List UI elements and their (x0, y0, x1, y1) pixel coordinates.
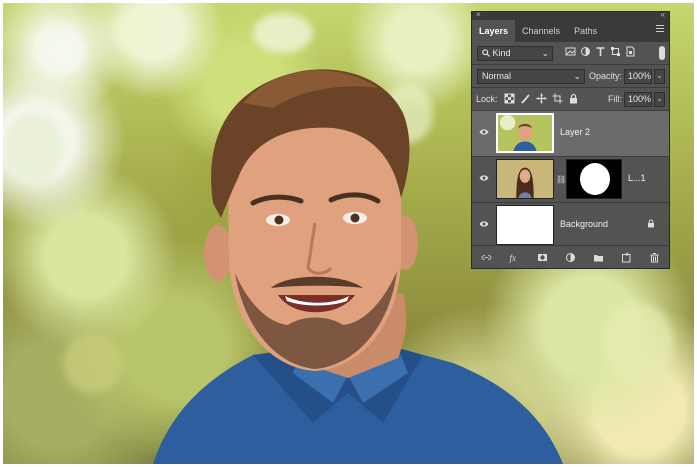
tab-paths[interactable]: Paths (567, 20, 604, 42)
filter-kind-dropdown[interactable]: Kind ⌄ (477, 46, 553, 61)
lock-icons (504, 93, 579, 104)
panel-menu-icon[interactable] (656, 25, 664, 34)
trash-icon[interactable] (649, 252, 660, 263)
filter-toggle[interactable] (659, 46, 665, 60)
link-icon[interactable] (481, 252, 492, 263)
layers-panel: × « Layers Channels Paths Kind ⌄ Normal … (471, 10, 670, 269)
chevron-down-icon: ⌄ (541, 48, 549, 58)
layer-mask-thumbnail[interactable] (566, 159, 622, 199)
image-filter-icon[interactable] (565, 46, 576, 57)
smart-object-filter-icon[interactable] (625, 46, 636, 57)
visibility-eye-icon[interactable] (479, 174, 489, 182)
filter-row: Kind ⌄ (472, 42, 669, 64)
folder-icon[interactable] (593, 252, 604, 263)
new-layer-icon[interactable] (621, 252, 632, 263)
visibility-eye-icon[interactable] (479, 128, 489, 136)
lock-image-icon[interactable] (520, 93, 531, 104)
type-filter-icon[interactable] (595, 46, 606, 57)
close-icon[interactable]: × (476, 10, 481, 19)
thumbnail-portrait (498, 115, 552, 151)
filter-icons (565, 46, 636, 57)
lock-row: Lock: Fill: 100% ⌄ (472, 88, 669, 110)
fx-icon[interactable]: fx (509, 252, 520, 263)
fill-label: Fill: (608, 94, 622, 104)
lock-artboard-icon[interactable] (552, 93, 563, 104)
layer-thumbnail[interactable] (496, 205, 554, 245)
adjustment-icon[interactable] (565, 252, 576, 263)
layer-thumbnail[interactable] (496, 113, 554, 153)
lock-all-icon[interactable] (568, 93, 579, 104)
lock-label: Lock: (476, 94, 498, 104)
lock-icon (648, 219, 654, 228)
visibility-eye-icon[interactable] (479, 220, 489, 228)
adjustment-filter-icon[interactable] (580, 46, 591, 57)
lock-position-icon[interactable] (536, 93, 547, 104)
lock-transparent-icon[interactable] (504, 93, 515, 104)
layer-row-background[interactable]: Background (472, 203, 669, 249)
mask-icon[interactable] (537, 252, 548, 263)
fill-field[interactable]: 100% (624, 92, 652, 107)
layer-thumbnail[interactable] (496, 159, 554, 199)
mask-shape (580, 163, 610, 195)
chain-link-icon[interactable]: ⛓ (556, 175, 566, 184)
layer-name: Layer 2 (560, 127, 591, 137)
opacity-dropdown-button[interactable]: ⌄ (654, 69, 665, 84)
layer-name: Background (560, 219, 609, 229)
tab-channels[interactable]: Channels (515, 20, 567, 42)
blend-mode-dropdown[interactable]: Normal ⌄ (477, 69, 585, 84)
layer-row-layer-1[interactable]: ⛓ L...1 (472, 157, 669, 203)
layers-bottom-toolbar: fx (472, 245, 669, 268)
search-icon (482, 49, 490, 57)
panel-tabs: Layers Channels Paths (472, 20, 669, 42)
layer-name: L...1 (628, 173, 646, 183)
layer-row-layer-2[interactable]: Layer 2 (472, 111, 669, 157)
opacity-field[interactable]: 100% (624, 69, 652, 84)
fill-dropdown-button[interactable]: ⌄ (654, 92, 665, 107)
collapse-icon[interactable]: « (661, 10, 665, 19)
blend-row: Normal ⌄ Opacity: 100% ⌄ (472, 65, 669, 87)
shape-filter-icon[interactable] (610, 46, 621, 57)
panel-title-bar[interactable]: × « (472, 10, 669, 20)
svg-text:fx: fx (509, 253, 516, 263)
chevron-down-icon: ⌄ (573, 71, 581, 81)
thumbnail-portrait (497, 160, 553, 198)
blend-mode-value: Normal (482, 71, 512, 81)
filter-kind-label: Kind (492, 48, 511, 58)
opacity-label: Opacity: (589, 71, 623, 81)
tab-layers[interactable]: Layers (472, 20, 516, 42)
